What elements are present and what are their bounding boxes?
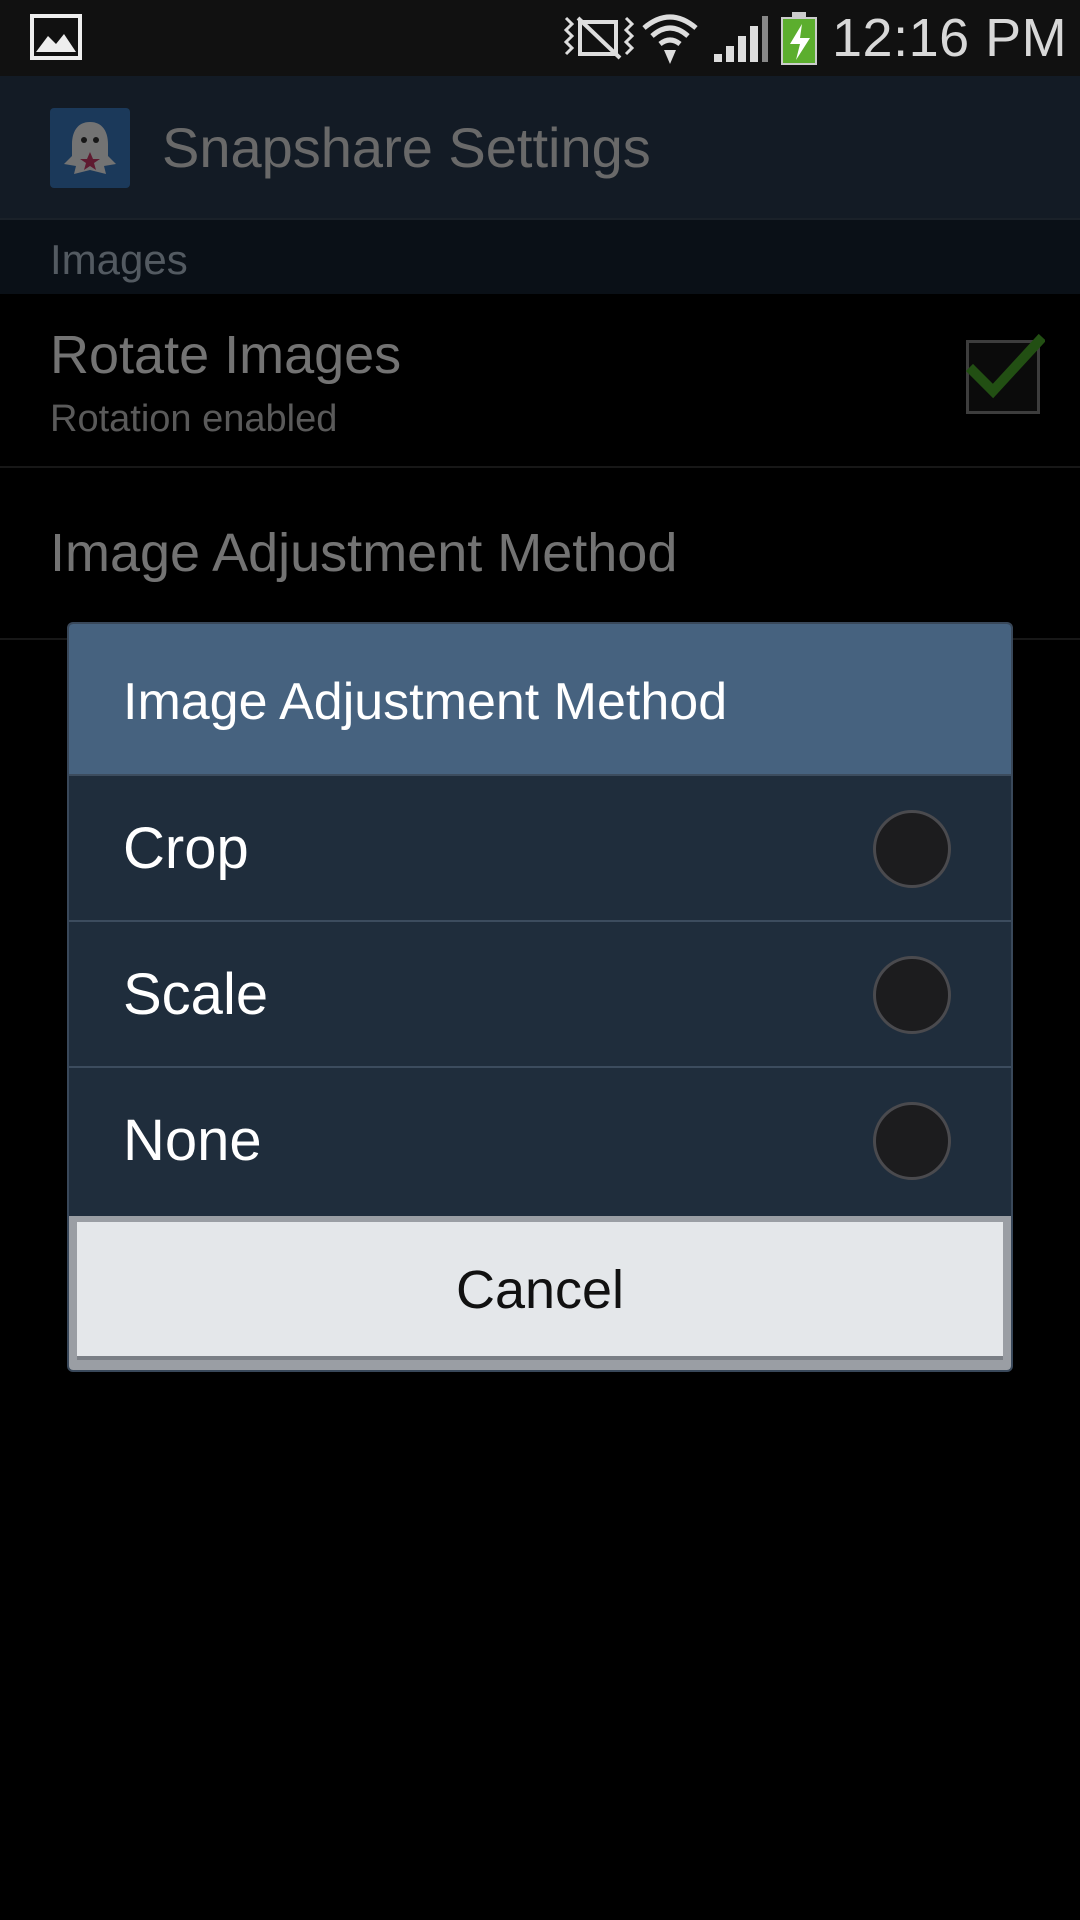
option-label: None [123,1108,262,1173]
cancel-button[interactable]: Cancel [77,1222,1003,1360]
checkmark-icon [965,333,1045,399]
option-label: Crop [123,816,249,881]
section-header-label: Images [50,236,188,283]
dialog-title-bar: Image Adjustment Method [69,624,1011,774]
signal-icon [714,16,768,62]
option-crop[interactable]: Crop [69,774,1011,920]
cancel-button-label: Cancel [455,1260,625,1320]
image-adjustment-dialog: Image Adjustment Method Crop Scale None … [69,624,1011,1370]
pref-rotate-title: Rotate Images [50,325,402,385]
gallery-icon [30,14,82,60]
status-clock: 12:16 PM [832,8,1068,68]
wifi-icon [642,14,698,64]
radio-button-scale[interactable] [873,956,951,1034]
radio-button-none[interactable] [873,1102,951,1180]
screen: 12:16 PM Snapshare Settings Images Rotat… [0,0,1080,1920]
option-none[interactable]: None [69,1066,1011,1212]
pref-rotate-summary: Rotation enabled [50,398,338,440]
snapshare-ghost-icon [50,108,130,188]
pref-rotate-images[interactable]: Rotate Images Rotation enabled [0,296,1080,468]
battery-charging-icon [781,12,817,65]
status-bar: 12:16 PM [0,0,1080,76]
action-bar: Snapshare Settings [0,76,1080,220]
radio-button-crop[interactable] [873,810,951,888]
dialog-button-bar: Cancel [69,1216,1011,1370]
option-scale[interactable]: Scale [69,920,1011,1066]
pref-image-adjustment[interactable]: Image Adjustment Method [0,468,1080,640]
option-label: Scale [123,962,269,1027]
nfc-icon [563,16,635,60]
page-title: Snapshare Settings [162,116,651,179]
rotate-checkbox[interactable] [965,333,1045,414]
section-header-images: Images [0,220,1080,294]
pref-adjust-title: Image Adjustment Method [50,523,678,583]
dialog-title: Image Adjustment Method [123,673,728,731]
